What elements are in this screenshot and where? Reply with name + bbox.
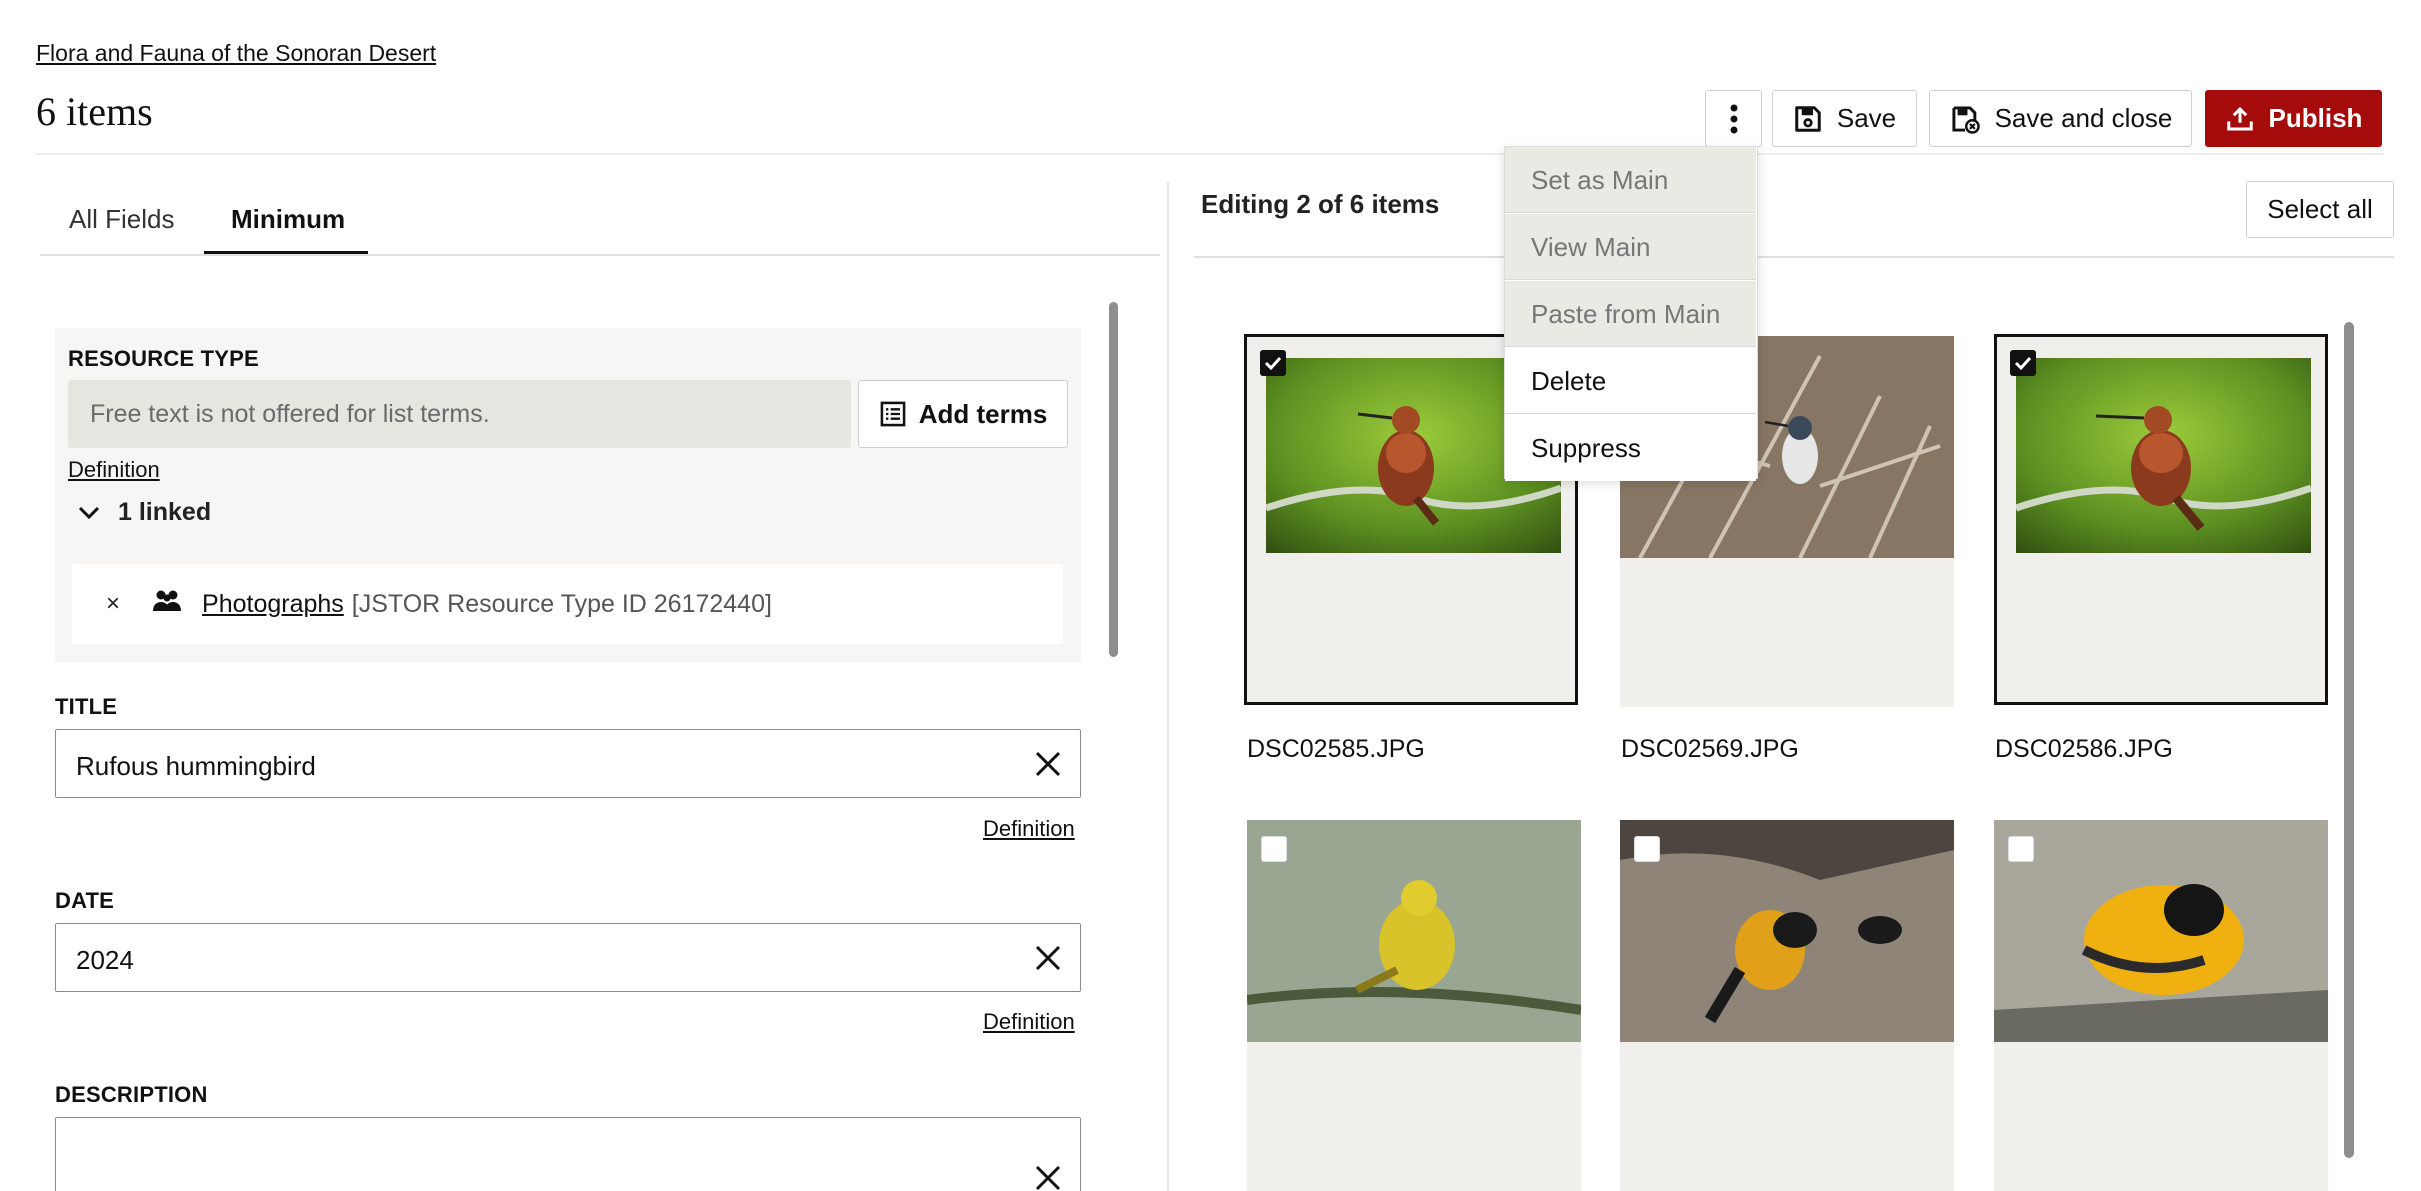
title-label: TITLE <box>55 694 118 719</box>
linked-count: 1 linked <box>118 498 212 526</box>
chevron-down-icon <box>78 498 100 527</box>
select-all-button[interactable]: Select all <box>2246 181 2394 238</box>
gallery-card-4[interactable] <box>1247 820 1581 1191</box>
date-definition-link[interactable]: Definition <box>983 1009 1075 1035</box>
menu-item-suppress[interactable]: Suppress <box>1505 415 1756 481</box>
gallery-scrollbar[interactable] <box>2344 322 2354 1158</box>
publish-button[interactable]: Publish <box>2205 90 2382 147</box>
panel-divider <box>1167 182 1169 1191</box>
save-and-close-label: Save and close <box>1994 103 2173 133</box>
save-label: Save <box>1836 103 1897 133</box>
title-value: Rufous hummingbird <box>76 751 316 781</box>
hooded-oriole-image <box>1994 820 2328 1042</box>
hummingbird-image <box>2016 358 2311 553</box>
menu-item-delete[interactable]: Delete <box>1505 348 1756 414</box>
menu-item-set-as-main[interactable]: Set as Main <box>1505 147 1756 213</box>
oriole-image <box>1620 820 1954 1042</box>
card-6-checkbox[interactable] <box>2008 836 2034 862</box>
form-scrollbar[interactable] <box>1109 302 1118 657</box>
clear-date-icon[interactable] <box>1034 944 1062 979</box>
editing-count: 2 of 6 items <box>1296 189 1440 219</box>
date-value: 2024 <box>76 945 134 975</box>
floppy-disk-icon <box>1793 104 1823 134</box>
tabs-divider <box>40 254 1160 256</box>
vertical-ellipsis-icon <box>1730 104 1738 134</box>
description-label: DESCRIPTION <box>55 1082 208 1107</box>
menu-item-view-main[interactable]: View Main <box>1505 214 1756 280</box>
linked-item-row: × Photographs [JSTOR Resource Type ID 26… <box>72 564 1063 644</box>
editing-status: Editing 2 of 6 items <box>1201 189 1439 220</box>
card-5-checkbox[interactable] <box>1634 836 1660 862</box>
page-title: 6 items <box>36 89 153 134</box>
list-icon <box>879 400 907 428</box>
remove-linked-icon[interactable]: × <box>106 590 120 618</box>
save-button[interactable]: Save <box>1772 90 1917 147</box>
yellow-warbler-image <box>1247 820 1581 1042</box>
card-1-checkbox[interactable] <box>1260 350 1286 376</box>
gallery-divider <box>1194 256 2394 258</box>
resource-type-input[interactable]: Free text is not offered for list terms. <box>68 380 851 448</box>
card-1-filename: DSC02585.JPG <box>1247 735 1425 763</box>
header-divider <box>36 153 2384 155</box>
publish-label: Publish <box>2268 103 2363 133</box>
title-input[interactable]: Rufous hummingbird <box>55 729 1081 798</box>
clear-description-icon[interactable] <box>1034 1164 1062 1191</box>
more-options-button[interactable] <box>1705 90 1762 147</box>
card-3-filename: DSC02586.JPG <box>1995 735 2173 763</box>
resource-type-definition-link[interactable]: Definition <box>68 457 160 483</box>
save-and-close-button[interactable]: Save and close <box>1929 90 2192 147</box>
resource-type-label: RESOURCE TYPE <box>68 346 259 371</box>
tab-minimum[interactable]: Minimum <box>231 204 345 235</box>
linked-item-link[interactable]: Photographs <box>202 590 344 619</box>
save-close-icon <box>1949 104 1981 134</box>
linked-item-meta: [JSTOR Resource Type ID 26172440] <box>351 589 772 618</box>
clear-title-icon[interactable] <box>1034 750 1062 785</box>
linked-toggle[interactable]: 1 linked <box>78 498 211 527</box>
gallery-card-5[interactable] <box>1620 820 1954 1191</box>
breadcrumb-link[interactable]: Flora and Fauna of the Sonoran Desert <box>36 40 436 67</box>
editing-prefix: Editing <box>1201 189 1297 219</box>
more-options-menu: Set as Main View Main Paste from Main De… <box>1504 146 1758 481</box>
tab-all-fields[interactable]: All Fields <box>69 204 174 235</box>
title-definition-link[interactable]: Definition <box>983 816 1075 842</box>
card-2-filename: DSC02569.JPG <box>1621 735 1799 763</box>
card-3-checkbox[interactable] <box>2010 350 2036 376</box>
add-terms-label: Add terms <box>918 398 1048 429</box>
date-label: DATE <box>55 888 115 913</box>
date-input[interactable]: 2024 <box>55 923 1081 992</box>
add-terms-button[interactable]: Add terms <box>858 380 1068 448</box>
description-input[interactable] <box>55 1117 1081 1191</box>
upload-icon <box>2225 104 2255 134</box>
card-4-checkbox[interactable] <box>1261 836 1287 862</box>
people-icon <box>152 589 182 620</box>
gallery-card-6[interactable] <box>1994 820 2328 1191</box>
gallery-card-3[interactable] <box>1994 334 2328 705</box>
menu-item-paste-from-main[interactable]: Paste from Main <box>1505 281 1756 347</box>
